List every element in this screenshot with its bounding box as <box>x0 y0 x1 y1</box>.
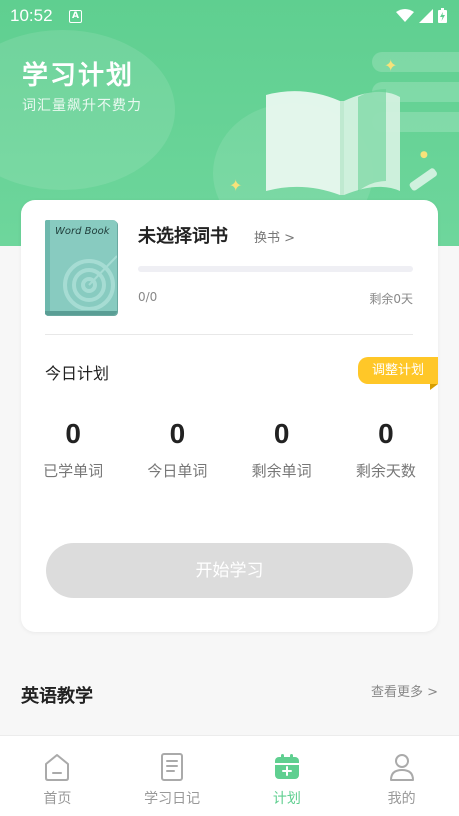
status-bar: 10:52 A <box>0 0 459 32</box>
stat-value: 0 <box>65 418 81 449</box>
view-more-link[interactable]: 查看更多 > <box>371 681 438 700</box>
status-icons <box>396 8 447 23</box>
tab-label: 我的 <box>387 791 416 807</box>
wifi-icon <box>396 8 414 22</box>
sparkle-icon: ✦ <box>384 56 398 75</box>
signal-icon <box>419 8 433 23</box>
divider <box>45 334 413 335</box>
profile-icon <box>389 754 414 781</box>
stat-learned-words: 0 已学单词 <box>21 418 125 481</box>
diary-icon <box>161 753 184 781</box>
stat-label: 今日单词 <box>147 462 208 480</box>
today-plan-title: 今日计划 <box>45 364 110 383</box>
plan-screen: ✦ ✦ ● 10:52 A 学习计划 词汇量飙升不费力 Word Book 未选… <box>0 0 459 816</box>
remaining-days: 剩余0天 <box>369 292 413 306</box>
adjust-plan-button[interactable]: 调整计划 <box>357 357 439 390</box>
book-pages <box>45 311 117 315</box>
progress-count: 0/0 <box>138 290 158 304</box>
target-icon <box>63 255 117 310</box>
stat-value: 0 <box>378 418 394 449</box>
page-title: 学习计划 <box>22 61 135 91</box>
sparkle-icon: ✦ <box>229 176 243 195</box>
status-time: 10:52 <box>10 6 53 25</box>
page-subtitle: 词汇量飙升不费力 <box>22 98 142 114</box>
calendar-icon <box>274 754 299 779</box>
section-title-english-teaching: 英语教学 <box>21 686 93 707</box>
book-progress-bar <box>138 266 413 272</box>
stat-value: 0 <box>169 418 186 449</box>
plan-stats: 0 已学单词 0 今日单词 0 剩余单词 0 剩余天数 <box>21 418 438 481</box>
bottom-tab-bar: 首页 学习日记 计划 我的 <box>0 735 459 816</box>
battery-icon <box>438 8 447 23</box>
stat-remaining-days: 0 剩余天数 <box>334 418 438 481</box>
stat-remaining-words: 0 剩余单词 <box>230 418 334 481</box>
tab-label: 学习日记 <box>144 791 201 807</box>
notification-icon: A <box>69 10 82 23</box>
tab-plan[interactable]: 计划 <box>230 736 345 816</box>
tab-home[interactable]: 首页 <box>0 736 115 816</box>
tab-label: 首页 <box>43 791 72 807</box>
open-book-icon <box>266 89 437 195</box>
tab-profile[interactable]: 我的 <box>344 736 459 816</box>
current-book-title: 未选择词书 <box>138 226 228 247</box>
stat-label: 剩余单词 <box>251 462 312 480</box>
stat-label: 已学单词 <box>43 462 104 480</box>
plan-card: Word Book 未选择词书 换书 > 0/0 剩余0天 今日计划 调整计划 … <box>21 200 439 632</box>
book-cover-label: Word Book <box>55 226 110 237</box>
tab-diary[interactable]: 学习日记 <box>115 736 230 816</box>
tab-label: 计划 <box>272 791 301 807</box>
stat-today-words: 0 今日单词 <box>125 418 229 481</box>
word-book-cover[interactable]: Word Book <box>45 220 117 315</box>
change-book-link[interactable]: 换书 > <box>254 227 295 246</box>
start-learning-button[interactable]: 开始学习 <box>46 543 413 598</box>
stat-value: 0 <box>273 418 290 449</box>
book-spine <box>45 220 50 315</box>
home-icon <box>45 754 70 781</box>
stat-label: 剩余天数 <box>355 462 416 480</box>
